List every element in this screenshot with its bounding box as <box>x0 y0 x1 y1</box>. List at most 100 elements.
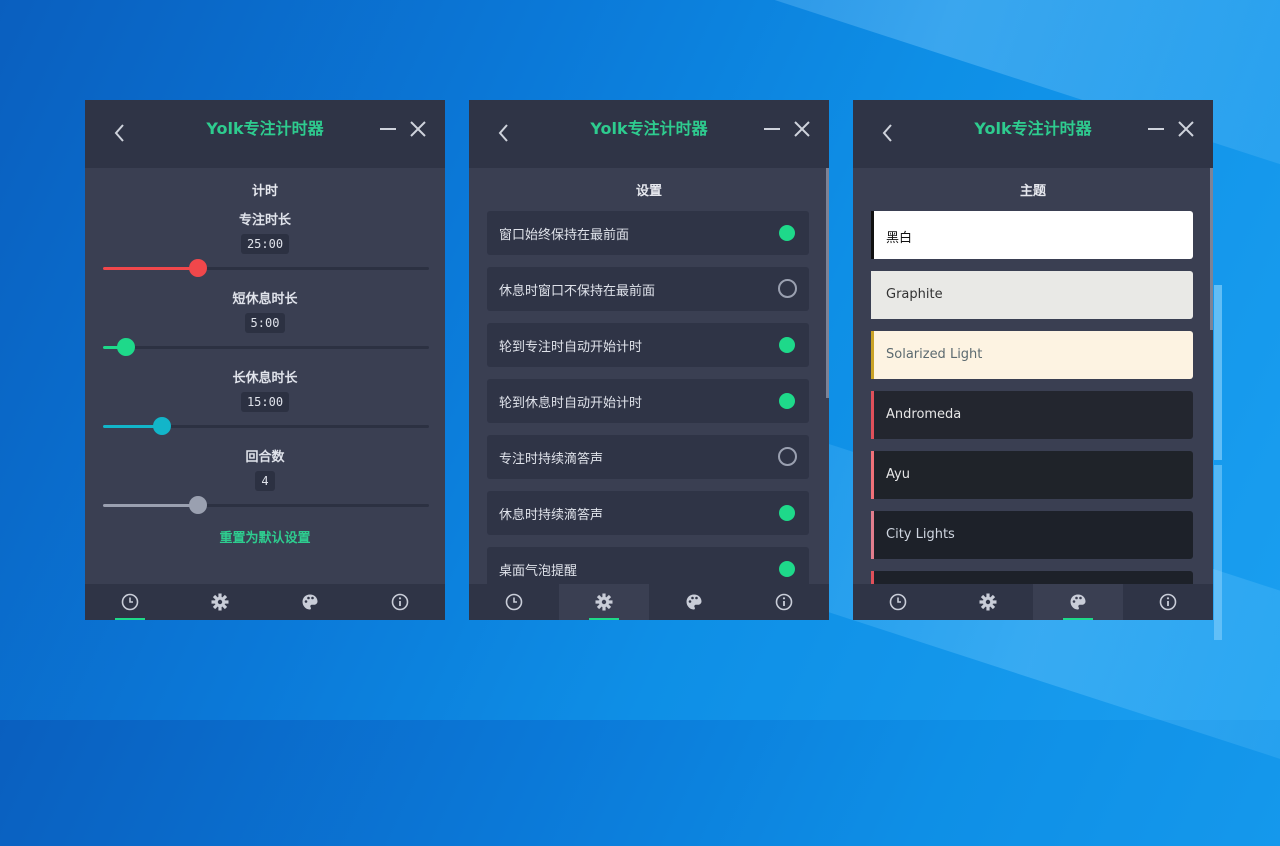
option-label: 窗口始终保持在最前面 <box>499 228 630 243</box>
scrollbar[interactable] <box>826 168 829 398</box>
bottom-nav <box>85 584 445 620</box>
nav-about[interactable] <box>1123 584 1213 620</box>
toggle-indicator[interactable] <box>778 447 797 466</box>
theme-label: Solarized Light <box>886 347 983 362</box>
short-break-label: 短休息时长 <box>232 292 298 307</box>
palette-icon <box>302 594 318 610</box>
nav-theme[interactable] <box>1033 584 1123 620</box>
nav-theme[interactable] <box>265 584 355 620</box>
title-bar: Yolk专注计时器 <box>469 100 829 168</box>
theme-color-bar <box>871 451 874 499</box>
minimize-button[interactable] <box>761 118 783 140</box>
info-icon <box>391 593 409 611</box>
theme-color-bar <box>871 391 874 439</box>
option-label: 专注时持续滴答声 <box>499 452 604 467</box>
rounds-slider[interactable] <box>103 495 429 515</box>
nav-about[interactable] <box>355 584 445 620</box>
title-bar: Yolk专注计时器 <box>853 100 1213 168</box>
slider-handle[interactable] <box>116 338 135 356</box>
scrollbar[interactable] <box>1210 168 1213 330</box>
long-break-label: 长休息时长 <box>232 371 298 386</box>
slider-handle[interactable] <box>152 417 171 435</box>
short-break-slider[interactable] <box>103 337 429 357</box>
section-title: 主题 <box>1019 184 1046 199</box>
close-icon <box>794 121 810 137</box>
slider-handle[interactable] <box>188 496 207 514</box>
nav-timer[interactable] <box>85 584 175 620</box>
minimize-icon <box>380 128 396 130</box>
close-icon <box>1178 121 1194 137</box>
nav-theme[interactable] <box>649 584 739 620</box>
option-row[interactable]: 休息时窗口不保持在最前面 <box>487 267 809 311</box>
slider-handle[interactable] <box>188 259 207 277</box>
option-row[interactable]: 轮到休息时自动开始计时 <box>487 379 809 423</box>
reset-defaults-link[interactable]: 重置为默认设置 <box>85 527 445 546</box>
option-row[interactable]: 专注时持续滴答声 <box>487 435 809 479</box>
settings-window: Yolk专注计时器 设置 窗口始终保持在最前面 休息时窗口不保持在最前面 轮到专… <box>469 100 829 620</box>
palette-icon <box>686 594 702 610</box>
info-icon <box>775 593 793 611</box>
short-break-group: 短休息时长 5:00 <box>85 288 445 357</box>
theme-option[interactable]: Andromeda <box>871 391 1193 439</box>
theme-label: City Lights <box>886 527 955 542</box>
close-button[interactable] <box>407 118 429 140</box>
toggle-indicator[interactable] <box>779 505 795 521</box>
bottom-nav <box>853 584 1213 620</box>
theme-color-bar <box>871 331 874 379</box>
rounds-label: 回合数 <box>245 450 285 465</box>
theme-color-bar <box>871 211 874 259</box>
theme-option[interactable]: City Lights <box>871 511 1193 559</box>
long-break-value: 15:00 <box>240 392 290 412</box>
minimize-button[interactable] <box>377 118 399 140</box>
option-row[interactable]: 窗口始终保持在最前面 <box>487 211 809 255</box>
theme-label: Graphite <box>886 287 943 302</box>
theme-option[interactable]: Solarized Light <box>871 331 1193 379</box>
gear-icon <box>979 593 997 611</box>
option-label: 轮到休息时自动开始计时 <box>499 396 643 411</box>
minimize-icon <box>764 128 780 130</box>
option-label: 休息时窗口不保持在最前面 <box>499 284 656 299</box>
close-button[interactable] <box>791 118 813 140</box>
toggle-indicator[interactable] <box>778 279 797 298</box>
long-break-group: 长休息时长 15:00 <box>85 367 445 436</box>
theme-option[interactable]: 黑白 <box>871 211 1193 259</box>
option-row[interactable]: 休息时持续滴答声 <box>487 491 809 535</box>
settings-list: 窗口始终保持在最前面 休息时窗口不保持在最前面 轮到专注时自动开始计时 轮到休息… <box>469 211 829 591</box>
focus-duration-slider[interactable] <box>103 258 429 278</box>
info-icon <box>1159 593 1177 611</box>
gear-icon <box>595 593 613 611</box>
gear-icon <box>211 593 229 611</box>
theme-label: Ayu <box>886 467 910 482</box>
option-row[interactable]: 轮到专注时自动开始计时 <box>487 323 809 367</box>
option-label: 轮到专注时自动开始计时 <box>499 340 643 355</box>
minimize-button[interactable] <box>1145 118 1167 140</box>
toggle-indicator[interactable] <box>779 561 795 577</box>
minimize-icon <box>1148 128 1164 130</box>
focus-duration-value: 25:00 <box>240 234 290 254</box>
theme-label: Andromeda <box>886 407 962 422</box>
theme-option[interactable]: Ayu <box>871 451 1193 499</box>
palette-icon <box>1070 594 1086 610</box>
close-button[interactable] <box>1175 118 1197 140</box>
nav-settings[interactable] <box>943 584 1033 620</box>
clock-icon <box>121 593 139 611</box>
nav-timer[interactable] <box>853 584 943 620</box>
nav-settings[interactable] <box>175 584 265 620</box>
clock-icon <box>505 593 523 611</box>
theme-window: Yolk专注计时器 主题 黑白 Graphite Solarized Light… <box>853 100 1213 620</box>
rounds-value: 4 <box>255 471 275 491</box>
theme-color-bar <box>871 511 874 559</box>
long-break-slider[interactable] <box>103 416 429 436</box>
toggle-indicator[interactable] <box>779 337 795 353</box>
short-break-value: 5:00 <box>244 313 286 333</box>
focus-duration-label: 专注时长 <box>238 213 291 228</box>
section-title: 设置 <box>635 184 662 199</box>
toggle-indicator[interactable] <box>779 393 795 409</box>
clock-icon <box>889 593 907 611</box>
theme-option[interactable]: Graphite <box>871 271 1193 319</box>
section-title: 计时 <box>251 184 278 199</box>
toggle-indicator[interactable] <box>779 225 795 241</box>
nav-settings[interactable] <box>559 584 649 620</box>
nav-timer[interactable] <box>469 584 559 620</box>
nav-about[interactable] <box>739 584 829 620</box>
